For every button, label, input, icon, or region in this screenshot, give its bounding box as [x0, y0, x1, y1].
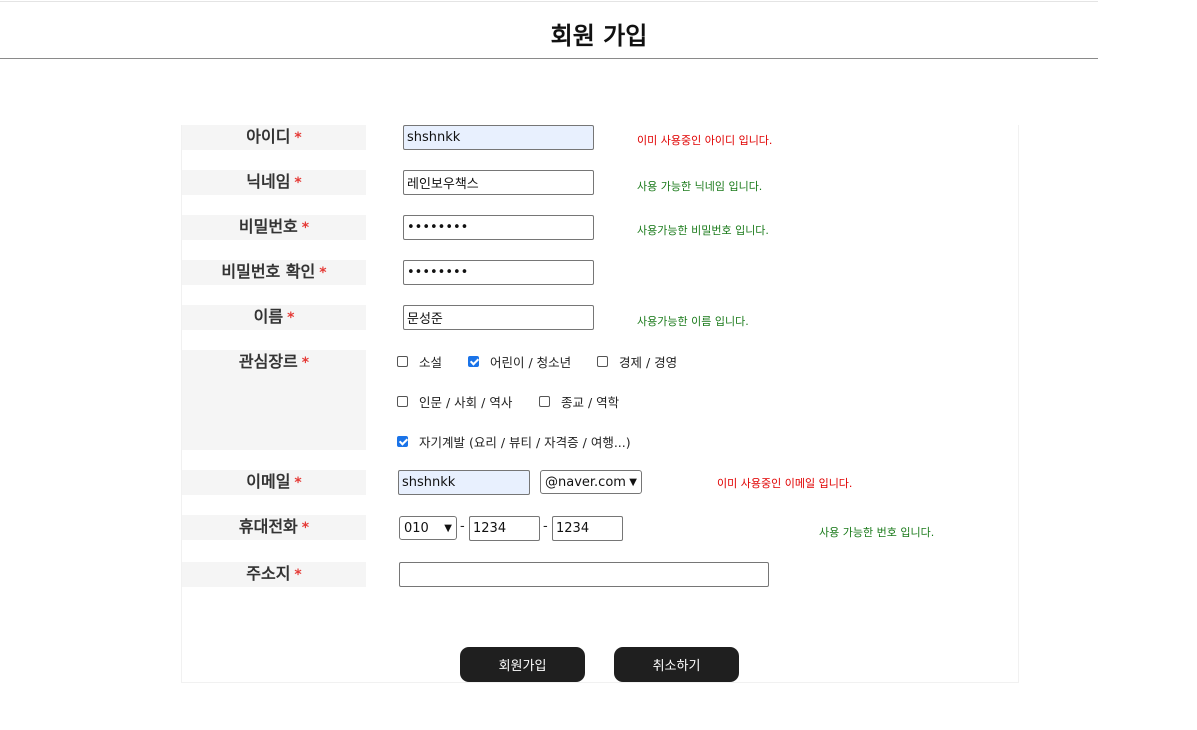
userid-message: 이미 사용중인 아이디 입니다.: [637, 134, 773, 147]
required-mark: *: [294, 175, 302, 191]
phone-separator: -: [460, 519, 465, 534]
nickname-message: 사용 가능한 닉네임 입니다.: [637, 180, 763, 193]
required-mark: *: [319, 265, 327, 281]
address-label: 주소지 *: [182, 562, 366, 587]
required-mark: *: [294, 567, 302, 583]
phone-message: 사용 가능한 번호 입니다.: [819, 526, 935, 539]
genre-checkbox[interactable]: [397, 396, 408, 407]
password-input[interactable]: [403, 215, 594, 240]
email-label: 이메일 *: [182, 470, 366, 495]
phone-label: 휴대전화 *: [182, 515, 366, 540]
required-mark: *: [301, 220, 310, 236]
name-message: 사용가능한 이름 입니다.: [637, 315, 749, 328]
genre-checkbox[interactable]: [468, 356, 479, 367]
required-mark: *: [301, 520, 310, 536]
submit-button[interactable]: 회원가입: [460, 647, 585, 682]
genre-checkbox[interactable]: [397, 356, 408, 367]
phone-last-input[interactable]: [552, 516, 623, 541]
name-input[interactable]: [403, 305, 594, 330]
password-confirm-label: 비밀번호 확인 *: [182, 260, 366, 285]
chevron-down-icon: ▼: [629, 476, 637, 488]
userid-input[interactable]: [403, 125, 594, 150]
cancel-button[interactable]: 취소하기: [614, 647, 739, 682]
genre-option-novel[interactable]: 소설: [397, 352, 442, 371]
email-input[interactable]: [398, 470, 530, 495]
genre-option-humanities[interactable]: 인문 / 사회 / 역사: [397, 392, 512, 411]
name-label: 이름 *: [182, 305, 366, 330]
phone-middle-input[interactable]: [469, 516, 540, 541]
genre-checkbox[interactable]: [539, 396, 550, 407]
genre-option-economy[interactable]: 경제 / 경영: [597, 352, 677, 371]
email-domain-select[interactable]: @naver.com ▼: [540, 470, 642, 494]
password-label: 비밀번호 *: [182, 215, 366, 240]
required-mark: *: [301, 355, 310, 371]
genre-checkbox[interactable]: [397, 436, 408, 447]
genre-option-kids[interactable]: 어린이 / 청소년: [468, 352, 571, 371]
phone-separator: -: [543, 519, 548, 534]
genre-checkbox[interactable]: [597, 356, 608, 367]
nickname-input[interactable]: [403, 170, 594, 195]
chevron-down-icon: ▼: [444, 522, 452, 534]
page-title: 회원 가입: [550, 22, 648, 50]
required-mark: *: [287, 310, 295, 326]
page-header: 회원 가입: [0, 2, 1098, 59]
required-mark: *: [294, 475, 302, 491]
nickname-label: 닉네임 *: [182, 170, 366, 195]
genre-label: 관심장르 *: [182, 350, 366, 450]
userid-label: 아이디 *: [182, 125, 366, 150]
genre-option-religion[interactable]: 종교 / 역학: [539, 392, 619, 411]
password-message: 사용가능한 비밀번호 입니다.: [637, 224, 769, 237]
phone-prefix-select[interactable]: 010 ▼: [399, 516, 457, 540]
genre-option-self-development[interactable]: 자기계발 (요리 / 뷰티 / 자격증 / 여행...): [397, 432, 631, 451]
required-mark: *: [294, 130, 302, 146]
address-input[interactable]: [399, 562, 769, 587]
password-confirm-input[interactable]: [403, 260, 594, 285]
email-message: 이미 사용중인 이메일 입니다.: [717, 477, 853, 490]
